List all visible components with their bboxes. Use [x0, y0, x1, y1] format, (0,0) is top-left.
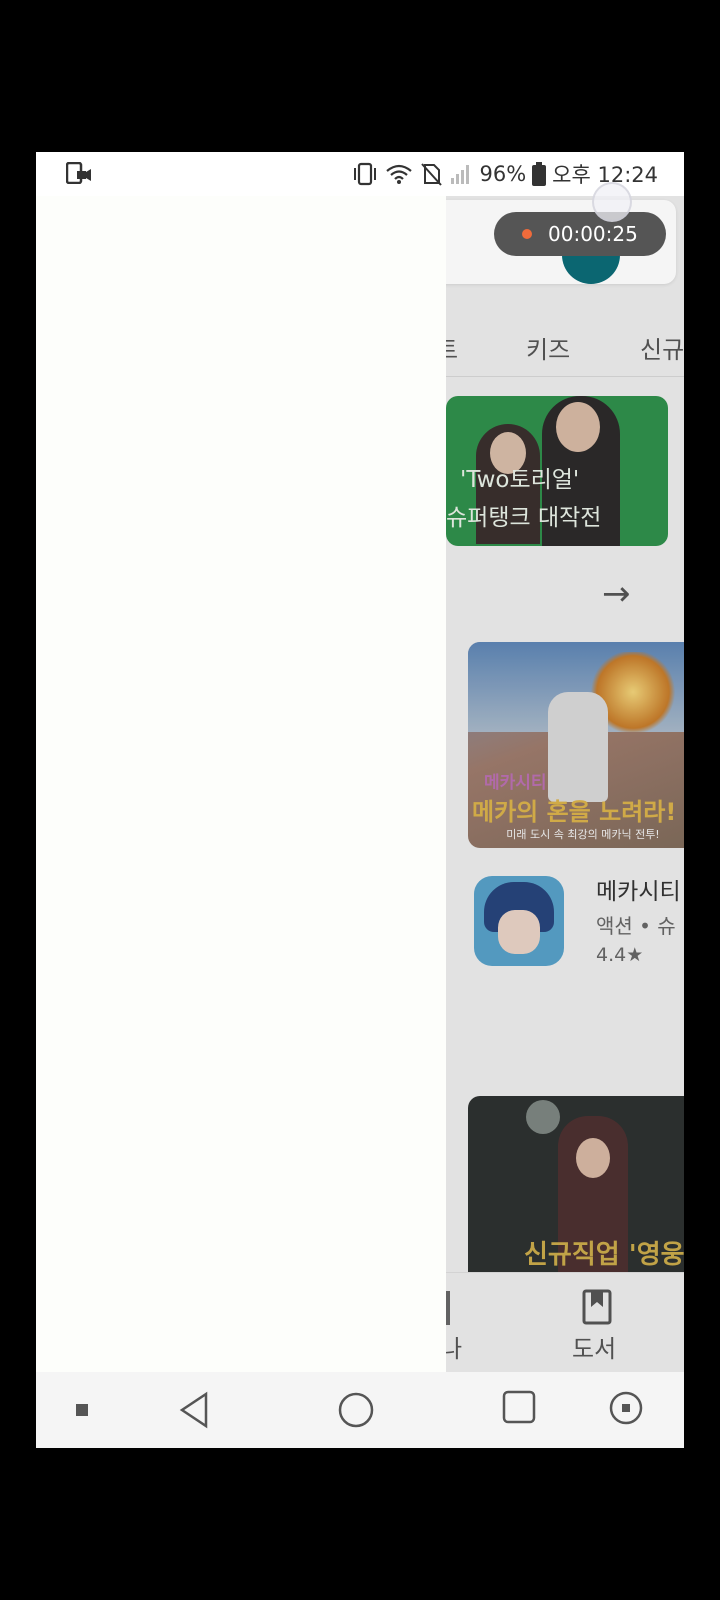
touch-indicator	[592, 182, 632, 222]
signal-icon	[451, 165, 470, 184]
battery-percent: 96%	[479, 162, 527, 186]
system-navigation-bar	[36, 1372, 684, 1448]
back-icon[interactable]	[178, 1390, 210, 1430]
vibrate-icon	[354, 162, 377, 186]
battery-icon	[532, 162, 547, 186]
accessibility-icon[interactable]	[608, 1390, 644, 1426]
screen-recorder-pill[interactable]: 00:00:25	[494, 212, 666, 256]
status-bar: 96% 오후 12:24	[36, 152, 684, 196]
recording-dot-icon	[522, 229, 532, 239]
home-icon[interactable]	[336, 1390, 376, 1430]
phone-screen: 96% 오후 12:24 트 키즈 신규 'Two토리얼' 슈퍼탱크 대작전 →	[36, 152, 684, 1448]
recents-icon[interactable]	[502, 1390, 536, 1424]
recording-timer: 00:00:25	[548, 222, 638, 246]
no-sim-icon	[421, 163, 443, 186]
small-square-icon[interactable]	[76, 1404, 88, 1416]
navigation-drawer	[36, 196, 446, 1372]
screen-record-icon	[66, 162, 91, 184]
wifi-icon	[386, 164, 413, 184]
